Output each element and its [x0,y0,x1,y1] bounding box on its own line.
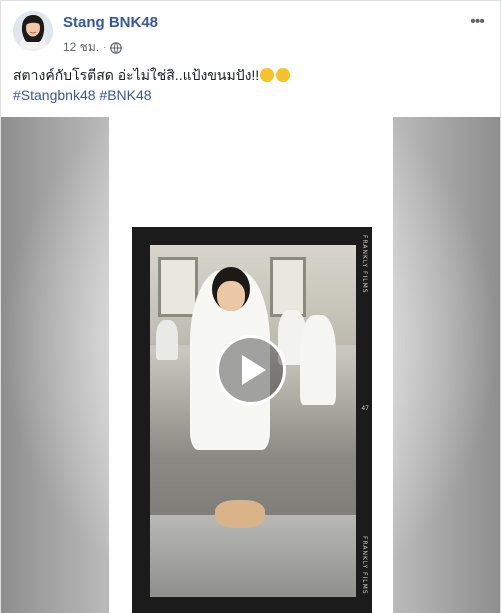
play-icon [242,355,266,385]
post-message: สตางค์กับโรตีสด อ่ะไม่ใช่สิ..แป้งขนมปัง!… [13,67,260,83]
post-text: สตางค์กับโรตีสด อ่ะไม่ใช่สิ..แป้งขนมปัง!… [13,65,488,85]
hashtag-stangbnk48[interactable]: #Stangbnk48 [13,87,96,103]
frame-number: 47 [361,405,369,412]
meta-separator: · [103,42,107,53]
play-button[interactable] [216,335,286,405]
more-options-icon[interactable]: ••• [466,13,488,31]
avatar[interactable] [13,11,53,51]
video-attachment[interactable]: FRANKLY FILMS 47 FRANKLY FILMS [1,117,500,613]
film-overlay-top: FRANKLY FILMS [361,235,368,294]
video-frame [150,245,356,597]
rofl-emoji-icon [260,68,275,82]
feed-post: Stang BNK48 12 ชม. · ••• สตางค์กับโรตีสด… [0,0,501,613]
author-name[interactable]: Stang BNK48 [63,14,158,31]
film-overlay-bottom: FRANKLY FILMS [361,536,368,595]
hashtags: #Stangbnk48 #BNK48 [13,85,152,105]
hashtag-bnk48[interactable]: #BNK48 [99,87,151,103]
post-header: Stang BNK48 12 ชม. · ••• [13,11,488,55]
winking-tongue-emoji-icon [276,68,291,82]
post-meta: 12 ชม. · [63,38,123,57]
post-timestamp[interactable]: 12 ชม. [63,38,99,57]
globe-icon [110,41,123,54]
video-table [150,515,356,597]
video-player[interactable]: FRANKLY FILMS 47 FRANKLY FILMS [132,227,372,613]
